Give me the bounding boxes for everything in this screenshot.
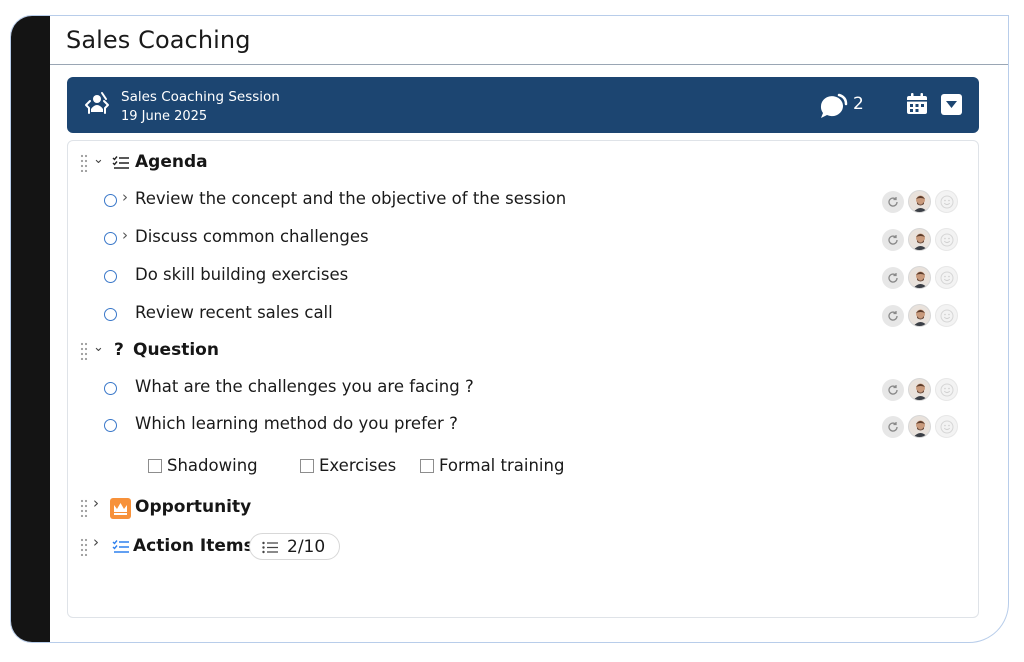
session-menu-button[interactable] [941,94,962,115]
section-action-items[interactable]: › Action Items 2/10 [68,530,978,564]
section-opportunity[interactable]: › Opportunity [68,491,978,525]
checkbox[interactable] [420,459,434,473]
section-question[interactable]: ⌄ ? Question [68,334,978,368]
expand-chevron-icon[interactable]: › [93,494,99,512]
expand-chevron-icon[interactable]: › [93,533,99,551]
page-title: Sales Coaching [66,26,251,54]
option-label: Exercises [319,456,397,475]
status-circle[interactable] [104,270,117,283]
question-item[interactable]: What are the challenges you are facing ? [68,372,978,406]
reaction-smile-icon[interactable] [935,190,958,213]
crown-icon [110,498,131,519]
checkbox[interactable] [148,459,162,473]
agenda-item-text: Review the concept and the objective of … [135,189,567,208]
list-icon [262,541,278,554]
coaching-icon [85,92,109,114]
assignee-avatar[interactable] [908,378,931,401]
repeat-icon[interactable] [882,305,904,327]
reaction-smile-icon[interactable] [935,378,958,401]
action-list-icon [112,540,129,553]
left-sidebar-strip [11,16,50,642]
collapse-chevron-icon[interactable]: ⌄ [93,340,104,355]
question-text: Which learning method do you prefer ? [135,414,458,433]
session-header: Sales Coaching Session 19 June 2025 2 [67,77,979,133]
section-title: Opportunity [135,497,252,517]
status-circle[interactable] [104,194,117,207]
agenda-item[interactable]: › Discuss common challenges [68,222,978,256]
repeat-icon[interactable] [882,191,904,213]
meeting-notes-card: ⌄ Agenda › Review the concept and the ob… [67,140,979,618]
item-actions [882,377,958,401]
status-circle[interactable] [104,419,117,432]
assignee-avatar[interactable] [908,304,931,327]
action-items-count: 2/10 [287,537,326,557]
agenda-item[interactable]: Review recent sales call [68,298,978,332]
repeat-icon[interactable] [882,416,904,438]
session-date: 19 June 2025 [121,109,208,124]
item-actions [882,265,958,289]
agenda-item-text: Review recent sales call [135,303,333,322]
option-label: Shadowing [167,456,258,475]
section-agenda[interactable]: ⌄ Agenda [68,146,978,180]
status-circle[interactable] [104,232,117,245]
calendar-icon[interactable] [905,92,929,116]
session-title: Sales Coaching Session [121,89,280,105]
status-circle[interactable] [104,308,117,321]
item-actions [882,414,958,438]
repeat-icon[interactable] [882,229,904,251]
agenda-item[interactable]: › Review the concept and the objective o… [68,184,978,218]
expand-chevron-icon[interactable]: › [122,188,128,206]
status-circle[interactable] [104,382,117,395]
action-items-count-chip[interactable]: 2/10 [249,533,340,560]
item-actions [882,227,958,251]
dropdown-icon [946,101,957,108]
agenda-item-text: Do skill building exercises [135,265,349,284]
repeat-icon[interactable] [882,379,904,401]
checkbox[interactable] [300,459,314,473]
reaction-smile-icon[interactable] [935,228,958,251]
question-item[interactable]: Which learning method do you prefer ? [68,409,978,443]
reaction-smile-icon[interactable] [935,415,958,438]
expand-chevron-icon[interactable]: › [122,226,128,244]
agenda-item-text: Discuss common challenges [135,227,369,246]
collapse-chevron-icon[interactable]: ⌄ [93,152,104,167]
repeat-icon[interactable] [882,267,904,289]
agenda-item[interactable]: Do skill building exercises [68,260,978,294]
assignee-avatar[interactable] [908,190,931,213]
assignee-avatar[interactable] [908,266,931,289]
item-actions [882,303,958,327]
section-title: Agenda [135,152,208,172]
assignee-avatar[interactable] [908,415,931,438]
option-label: Formal training [439,456,565,475]
drag-handle-icon[interactable] [80,538,88,556]
title-divider [50,64,1008,65]
item-actions [882,189,958,213]
section-title: Question [133,340,219,360]
drag-handle-icon[interactable] [80,154,88,172]
comment-count: 2 [853,94,864,114]
reaction-smile-icon[interactable] [935,266,958,289]
question-text: What are the challenges you are facing ? [135,377,474,396]
chat-icon[interactable] [817,92,849,120]
reaction-smile-icon[interactable] [935,304,958,327]
section-title: Action Items [133,536,254,556]
drag-handle-icon[interactable] [80,342,88,360]
drag-handle-icon[interactable] [80,499,88,517]
checklist-icon [112,156,129,169]
question-mark-icon: ? [114,340,124,360]
assignee-avatar[interactable] [908,228,931,251]
app-frame: Sales Coaching Sales Coaching Session 19… [10,15,1009,643]
